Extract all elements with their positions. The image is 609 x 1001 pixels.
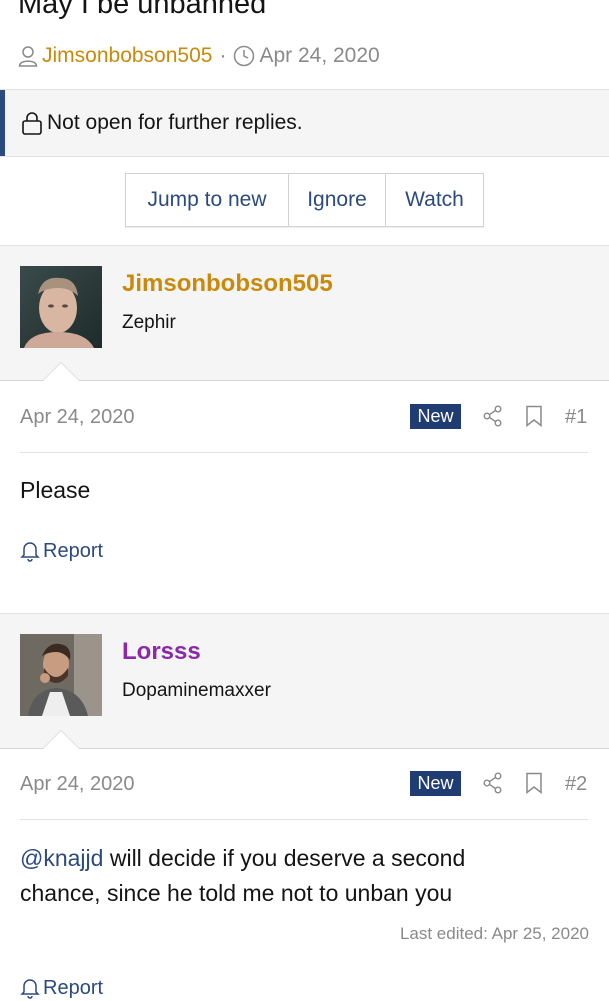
post-1-username[interactable]: Jimsonbobson505 — [122, 270, 333, 298]
post-2-body-text-1: will decide if you deserve a second — [103, 845, 466, 871]
post-1-report-link[interactable]: Report — [20, 538, 103, 564]
jump-to-new-button[interactable]: Jump to new — [126, 174, 289, 226]
watch-button[interactable]: Watch — [386, 174, 483, 226]
report-label: Report — [43, 539, 104, 562]
post-2-number[interactable]: #2 — [565, 773, 587, 796]
bell-icon — [20, 540, 40, 562]
user-icon — [18, 45, 38, 67]
post-2-user-title: Dopaminemaxxer — [122, 680, 271, 701]
avatar[interactable] — [20, 266, 102, 348]
thread-date-link[interactable]: Apr 24, 2020 — [259, 44, 379, 68]
meta-separator: · — [219, 44, 227, 67]
ignore-button[interactable]: Ignore — [289, 174, 386, 226]
post-2-divider — [20, 819, 588, 820]
report-label: Report — [43, 976, 104, 999]
post-2-body-line-1: @knajjd will decide if you deserve a sec… — [20, 841, 465, 876]
post-2-new-badge: New — [410, 771, 461, 796]
last-edited: Last edited: Apr 25, 2020 — [399, 924, 589, 943]
thread-author-link[interactable]: Jimsonbobson505 — [42, 44, 212, 68]
clock-icon — [233, 45, 255, 67]
post-2-username[interactable]: Lorsss — [122, 638, 201, 666]
post-2-body: @knajjd will decide if you deserve a sec… — [20, 841, 465, 911]
post-1-divider — [20, 452, 588, 453]
post-2-body-line-2: chance, since he told me not to unban yo… — [20, 880, 453, 906]
avatar[interactable] — [20, 634, 102, 716]
share-icon[interactable] — [483, 772, 503, 794]
bookmark-icon[interactable] — [525, 405, 543, 427]
thread-meta: Jimsonbobson505 · Apr 24, 2020 — [18, 42, 380, 70]
mention-link[interactable]: @knajjd — [20, 845, 103, 871]
bell-icon — [20, 977, 40, 999]
bookmark-icon[interactable] — [525, 772, 543, 794]
post-1-user-block: Jimsonbobson505 Zephir — [0, 245, 609, 381]
post-1-arrow — [42, 362, 80, 381]
post-1-date[interactable]: Apr 24, 2020 — [20, 406, 135, 429]
post-1-user-title: Zephir — [122, 312, 176, 333]
locked-notice: Not open for further replies. — [0, 89, 609, 157]
post-2-arrow — [42, 730, 80, 749]
notice-accent-bar — [0, 90, 5, 156]
thread-action-buttons: Jump to new Ignore Watch — [125, 173, 484, 227]
post-2-date[interactable]: Apr 24, 2020 — [20, 773, 135, 796]
post-2-user-block: Lorsss Dopaminemaxxer — [0, 613, 609, 749]
lock-icon — [21, 111, 43, 135]
post-2-report-link[interactable]: Report — [20, 975, 103, 1001]
post-1-new-badge: New — [410, 404, 461, 429]
share-icon[interactable] — [483, 405, 503, 427]
post-1-body: Please — [20, 477, 91, 503]
notice-text: Not open for further replies. — [47, 111, 303, 134]
post-1-number[interactable]: #1 — [565, 406, 587, 429]
thread-title: May I be unbanned — [18, 0, 267, 20]
